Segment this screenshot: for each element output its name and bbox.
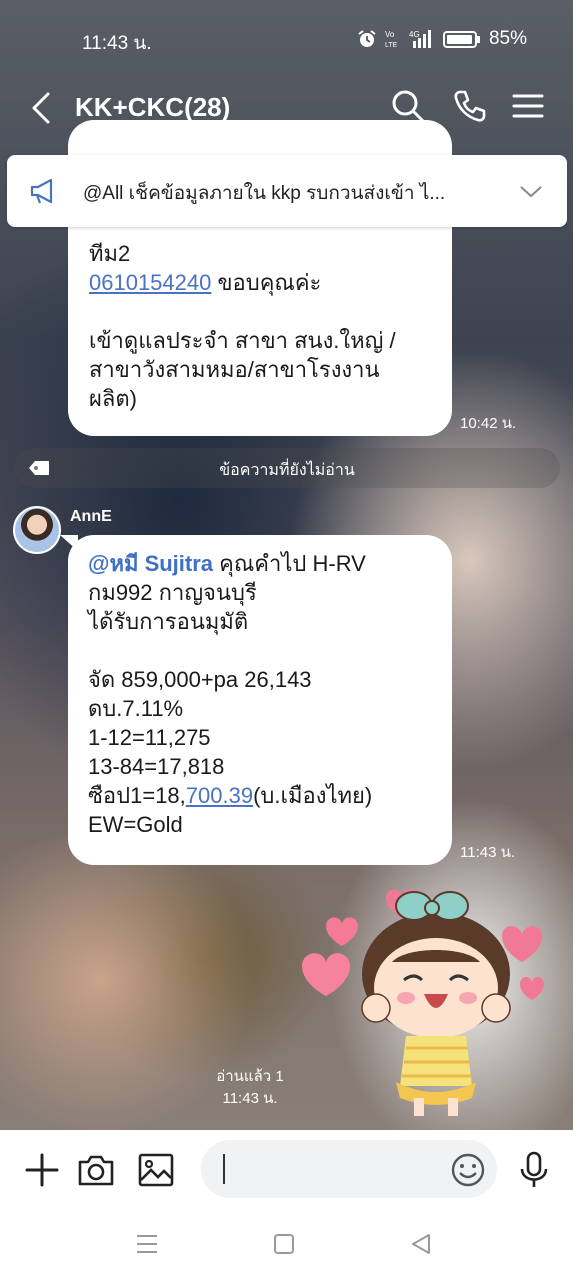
message-line: ผลิต) [89, 386, 137, 411]
read-time: 11:43 น. [222, 1090, 278, 1107]
microphone-icon[interactable] [514, 1150, 554, 1190]
image-gallery-icon[interactable] [136, 1150, 176, 1190]
camera-icon[interactable] [76, 1150, 116, 1190]
system-nav-bar [0, 1208, 573, 1280]
message-line: 13-84=17,818 [88, 754, 225, 779]
menu-icon[interactable] [510, 88, 546, 124]
phone-link[interactable]: 0610154240 [89, 270, 211, 295]
message-line: กม992 กาญจนบุรี [88, 580, 257, 605]
message-bubble[interactable]: @หมี Sujitra คุณคำไป H-RV กม992 กาญจนบุร… [60, 535, 452, 865]
home-icon[interactable] [271, 1232, 297, 1256]
message-timestamp: 10:42 น. [460, 415, 517, 432]
read-receipt: อ่านแล้ว 1 11:43 น. [200, 1066, 300, 1110]
message-line: ดบ.7.11% [88, 696, 184, 721]
emoji-icon[interactable] [448, 1150, 488, 1190]
message-text: ทีม2 0610154240 ขอบคุณค่ะ เข้าดูแลประจำ … [89, 239, 396, 413]
back-nav-icon[interactable] [408, 1232, 434, 1256]
megaphone-icon [30, 178, 53, 204]
mention-link[interactable]: @หมี Sujitra [88, 551, 213, 576]
svg-text:LTE: LTE [385, 42, 398, 49]
number-link[interactable]: 700.39 [186, 783, 253, 808]
message-input-bar [0, 1130, 573, 1208]
message-line: EW=Gold [88, 812, 183, 837]
message-line: ทีม2 [89, 241, 131, 266]
announcement-banner[interactable]: @All เช็คข้อมูลภายใน kkp รบกวนส่งเข้า ไ.… [7, 155, 567, 227]
message-line: เข้าดูแลประจำ สาขา สนง.ใหญ่ / [89, 328, 396, 353]
avatar[interactable] [13, 506, 61, 554]
message-line: ได้รับการอนมุมัติ [88, 609, 249, 634]
read-count: อ่านแล้ว 1 [216, 1068, 284, 1085]
message-line: สาขาวังสามหมอ/สาขาโรงงาน [89, 357, 380, 382]
volte-icon: Vo LTE [385, 30, 398, 49]
message-line: @หมี Sujitra คุณคำไป H-RV [88, 551, 366, 576]
recent-apps-icon[interactable] [134, 1232, 160, 1256]
signal-4g-icon: 4G [409, 30, 431, 48]
status-bar: 11:43 น. Vo LTE 4G 85% [0, 0, 573, 62]
plus-icon[interactable] [22, 1150, 62, 1190]
sticker-girl-hearts[interactable] [296, 876, 562, 1122]
phone-call-icon[interactable] [452, 88, 488, 124]
message-timestamp: 11:43 น. [460, 844, 516, 861]
back-arrow-icon[interactable] [26, 88, 56, 128]
chevron-down-icon[interactable] [519, 181, 543, 201]
message-line: จัด 859,000+pa 26,143 [88, 667, 312, 692]
battery-percent: 85% [488, 28, 527, 49]
status-icons: Vo LTE 4G 85% [357, 28, 527, 50]
svg-text:4G: 4G [409, 30, 420, 39]
unread-label: ข้อความที่ยังไม่อ่าน [219, 462, 355, 479]
status-time: 11:43 น. [82, 33, 152, 54]
sender-name[interactable]: AnnE [70, 508, 112, 526]
svg-text:Vo: Vo [385, 30, 395, 39]
text-cursor [223, 1154, 225, 1184]
search-icon[interactable] [390, 88, 426, 124]
announcement-text: @All เช็คข้อมูลภายใน kkp รบกวนส่งเข้า ไ.… [83, 183, 446, 204]
alarm-icon [358, 30, 376, 47]
unread-divider: ข้อความที่ยังไม่อ่าน [14, 448, 560, 488]
message-line: 1-12=11,275 [88, 725, 211, 750]
message-line: ซือป1=18,700.39(บ.เมืองไทย) [88, 783, 373, 808]
battery-icon [442, 31, 480, 48]
chat-title[interactable]: KK+CKC(28) [75, 92, 230, 123]
message-line: 0610154240 ขอบคุณค่ะ [89, 270, 322, 295]
